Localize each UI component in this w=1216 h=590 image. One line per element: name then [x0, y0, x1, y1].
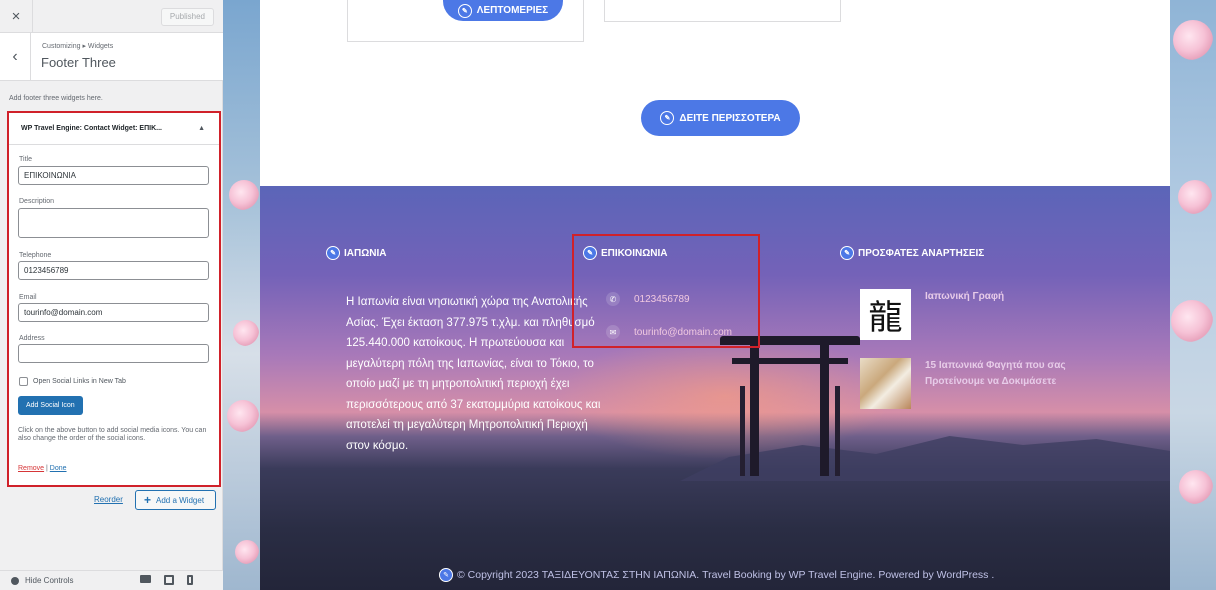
about-japan-text: Η Ιαπωνία είναι νησιωτική χώρα της Ανατο…	[346, 296, 601, 452]
recent-post-item[interactable]: 龍 Ιαπωνική Γραφή	[860, 289, 1085, 340]
see-more-label: ΔΕΙΤΕ ΠΕΡΙΣΣΟΤΕΡΑ	[679, 112, 781, 124]
back-icon[interactable]: ‹	[0, 33, 31, 81]
add-widget-label: Add a Widget	[156, 495, 205, 505]
section-header: ‹ Customizing ▸ Widgets Footer Three	[0, 33, 223, 81]
post-thumbnail: 龍	[860, 289, 911, 340]
footer-col-posts-title: ✎ ΠΡΟΣΦΑΤΕΣ ΑΝΑΡΤΗΣΕΙΣ	[840, 246, 984, 260]
pencil-icon: ✎	[457, 3, 472, 18]
pencil-icon[interactable]: ✎	[583, 246, 597, 260]
breadcrumb: Customizing ▸ Widgets	[42, 43, 114, 50]
close-icon[interactable]: ×	[0, 0, 33, 33]
email-field[interactable]: tourinfo@domain.com	[18, 303, 209, 322]
add-social-icon-button[interactable]: Add Social Icon	[18, 396, 83, 415]
blossom-decoration	[235, 540, 259, 564]
widget-actions: Remove | Done	[18, 465, 67, 472]
hide-controls-icon	[11, 576, 19, 585]
footer-col-contact-title: ✎ ΕΠΙΚΟΙΝΩΝΙΑ	[583, 246, 667, 260]
email-text: tourinfo@domain.com	[634, 326, 732, 338]
tour-card	[604, 0, 841, 22]
blossom-decoration	[1171, 300, 1213, 342]
help-text: Click on the above button to add social …	[18, 427, 207, 442]
contact-widget-form: WP Travel Engine: Contact Widget: ΕΠΙΚ..…	[7, 111, 221, 487]
pencil-icon[interactable]: ✎	[326, 246, 340, 260]
phone-icon: ✆	[606, 292, 620, 306]
blossom-decoration	[1178, 180, 1212, 214]
torii-gate-image	[720, 336, 860, 476]
pencil-icon[interactable]: ✎	[439, 568, 453, 582]
add-widget-button[interactable]: + Add a Widget	[135, 490, 216, 510]
see-more-button[interactable]: ✎ ΔΕΙΤΕ ΠΕΡΙΣΣΟΤΕΡΑ	[641, 100, 800, 136]
page-content: ✎ ΛΕΠΤΟΜΕΡΙΕΣ ✎ ΔΕΙΤΕ ΠΕΡΙΣΣΟΤΕΡΑ	[260, 0, 1170, 186]
site-footer: ✎ ΙΑΠΩΝΙΑ Η Ιαπωνία είναι νησιωτική χώρα…	[260, 186, 1170, 590]
customizer-panel: × Published ‹ Customizing ▸ Widgets Foot…	[0, 0, 223, 590]
open-social-new-tab-label: Open Social Links in New Tab	[33, 378, 126, 385]
details-button[interactable]: ✎ ΛΕΠΤΟΜΕΡΙΕΣ	[443, 0, 563, 21]
blossom-decoration	[1179, 470, 1213, 504]
site-preview: ✎ ΛΕΠΤΟΜΕΡΙΕΣ ✎ ΔΕΙΤΕ ΠΕΡΙΣΣΟΤΕΡΑ ✎ ΙΑΠΩ…	[223, 0, 1216, 590]
hide-controls-button[interactable]: Hide Controls	[11, 576, 73, 585]
address-field[interactable]	[18, 344, 209, 363]
section-title: Footer Three	[41, 55, 116, 70]
desktop-preview-icon[interactable]	[140, 575, 151, 583]
post-title[interactable]: 15 Ιαπωνικά Φαγητά που σας Προτείνουμε ν…	[925, 358, 1085, 390]
post-thumbnail	[860, 358, 911, 409]
pencil-icon: ✎	[660, 111, 675, 125]
contact-email[interactable]: ✉ tourinfo@domain.com	[606, 325, 732, 339]
email-label: Email	[19, 294, 37, 301]
widget-header[interactable]: WP Travel Engine: Contact Widget: ΕΠΙΚ..…	[9, 113, 219, 145]
tablet-preview-icon[interactable]	[164, 575, 174, 585]
footer-col-japan-title: ✎ ΙΑΠΩΝΙΑ	[326, 246, 386, 260]
post-title[interactable]: Ιαπωνική Γραφή	[925, 289, 1085, 305]
left-background	[223, 0, 260, 590]
blossom-decoration	[233, 320, 259, 346]
description-label: Description	[19, 198, 55, 205]
open-social-new-tab-checkbox[interactable]	[19, 377, 28, 386]
mail-icon: ✉	[606, 325, 620, 339]
customizer-footer: Hide Controls	[0, 570, 223, 590]
contact-title-text: ΕΠΙΚΟΙΝΩΝΙΑ	[601, 247, 668, 259]
collapse-toggle-icon[interactable]: ▲	[198, 125, 205, 132]
description-field[interactable]	[18, 208, 209, 238]
published-button[interactable]: Published	[160, 8, 214, 26]
blossom-decoration	[229, 180, 259, 210]
phone-text: 0123456789	[634, 293, 690, 305]
device-preview-switcher	[140, 575, 193, 585]
details-label: ΛΕΠΤΟΜΕΡΙΕΣ	[476, 5, 549, 16]
telephone-field[interactable]: 0123456789	[18, 261, 209, 280]
remove-link[interactable]: Remove	[18, 465, 44, 472]
pencil-icon[interactable]: ✎	[840, 246, 854, 260]
contact-phone[interactable]: ✆ 0123456789	[606, 292, 690, 306]
section-description: Add footer three widgets here.	[9, 95, 103, 102]
copyright-bar: ✎ © Copyright 2023 ΤΑΞΙΔΕΥΟΝΤΑΣ ΣΤΗΝ ΙΑΠ…	[439, 568, 994, 582]
blossom-decoration	[1173, 20, 1213, 60]
posts-title-text: ΠΡΟΣΦΑΤΕΣ ΑΝΑΡΤΗΣΕΙΣ	[858, 247, 985, 259]
title-field[interactable]: ΕΠΙΚΟΙΝΩΝΙΑ	[18, 166, 209, 185]
address-label: Address	[19, 335, 45, 342]
recent-post-item[interactable]: 15 Ιαπωνικά Φαγητά που σας Προτείνουμε ν…	[860, 358, 1085, 409]
plus-icon: +	[144, 493, 152, 507]
widget-title: WP Travel Engine: Contact Widget: ΕΠΙΚ..…	[21, 125, 162, 132]
reorder-link[interactable]: Reorder	[94, 495, 123, 504]
blossom-decoration	[227, 400, 259, 432]
customizer-header: × Published	[0, 0, 223, 33]
done-link[interactable]: Done	[50, 465, 67, 472]
japan-title-text: ΙΑΠΩΝΙΑ	[344, 247, 387, 259]
hide-controls-label: Hide Controls	[25, 576, 74, 585]
copyright-text: © Copyright 2023 ΤΑΞΙΔΕΥΟΝΤΑΣ ΣΤΗΝ ΙΑΠΩΝ…	[457, 569, 995, 581]
mobile-preview-icon[interactable]	[187, 575, 193, 585]
telephone-label: Telephone	[19, 252, 52, 259]
title-label: Title	[19, 156, 32, 163]
